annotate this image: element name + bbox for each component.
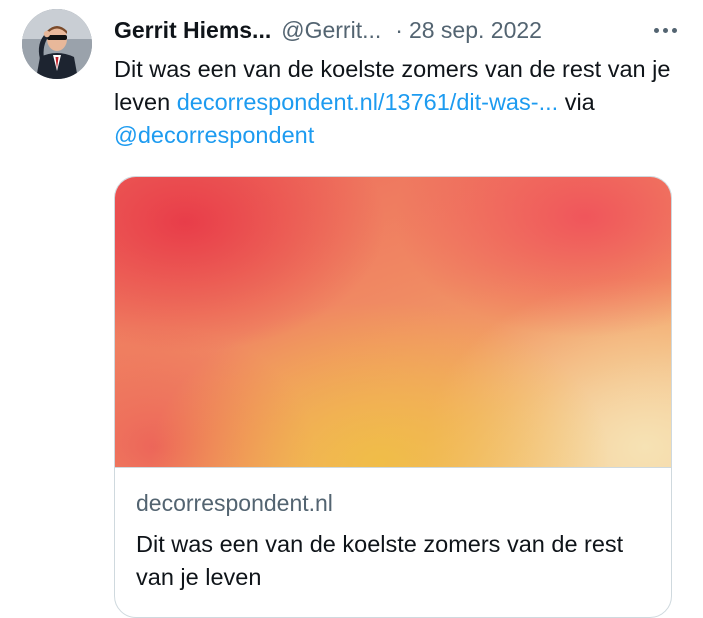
tweet-date[interactable]: 28 sep. 2022 — [409, 17, 542, 44]
tweet-text: Dit was een van de koelste zomers van de… — [114, 53, 674, 152]
user-handle[interactable]: @Gerrit... — [281, 17, 381, 44]
separator-dot: · — [395, 16, 403, 43]
more-horizontal-icon — [653, 27, 659, 33]
more-options-button[interactable] — [645, 14, 685, 46]
more-horizontal-icon-dot — [662, 27, 668, 33]
card-image[interactable] — [115, 177, 671, 467]
avatar-photo — [22, 9, 92, 79]
tweet-text-part: via — [558, 89, 595, 115]
more-horizontal-icon-dot — [671, 27, 677, 33]
link-card[interactable]: decorrespondent.nl Dit was een van de ko… — [114, 176, 672, 618]
mention-link[interactable]: @decorrespondent — [114, 122, 314, 148]
card-title: Dit was een van de koelste zomers van de… — [136, 531, 624, 590]
avatar[interactable] — [22, 9, 92, 79]
display-name[interactable]: Gerrit Hiems... — [114, 17, 271, 44]
card-meta: decorrespondent.nl Dit was een van de ko… — [115, 467, 671, 590]
article-link[interactable]: decorrespondent.nl/13761/dit-was-... — [177, 89, 558, 115]
tweet-header: Gerrit Hiems... @Gerrit... · 28 sep. 202… — [114, 14, 685, 46]
card-domain: decorrespondent.nl — [136, 490, 333, 516]
